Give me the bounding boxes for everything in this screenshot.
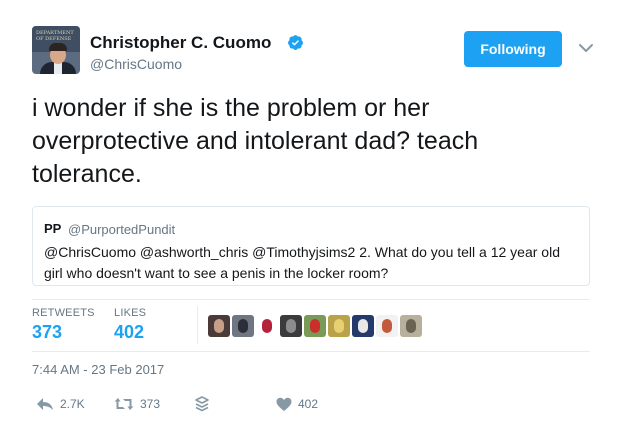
- following-button[interactable]: Following: [464, 31, 562, 67]
- stats-separator: [197, 306, 198, 344]
- liker-avatar-9[interactable]: [400, 315, 422, 337]
- liker-avatars: [208, 315, 422, 337]
- retweet-button[interactable]: 373: [114, 395, 160, 413]
- chevron-down-icon[interactable]: [578, 40, 594, 56]
- liker-avatar-8[interactable]: [376, 315, 398, 337]
- liker-avatar-1[interactable]: [208, 315, 230, 337]
- heart-icon: [276, 397, 292, 411]
- divider: [32, 299, 590, 300]
- quoted-tweet-name: PP: [44, 221, 62, 236]
- liker-avatar-6[interactable]: [328, 315, 350, 337]
- retweet-icon: [114, 398, 134, 410]
- liker-avatar-7[interactable]: [352, 315, 374, 337]
- quoted-tweet-text: @ChrisCuomo @ashworth_chris @Timothyjsim…: [44, 244, 560, 281]
- reply-button[interactable]: 2.7K: [36, 395, 85, 413]
- verified-badge-icon: [288, 35, 303, 50]
- reply-icon: [37, 398, 53, 410]
- moments-button[interactable]: [194, 395, 210, 413]
- quoted-tweet-handle: @PurportedPundit: [68, 222, 176, 237]
- liker-avatar-5[interactable]: [304, 315, 326, 337]
- layers-icon: [195, 396, 209, 412]
- author-display-name[interactable]: Christopher C. Cuomo: [90, 33, 271, 53]
- likes-count[interactable]: 402: [114, 322, 144, 343]
- tweet-timestamp[interactable]: 7:44 AM - 23 Feb 2017: [32, 362, 164, 377]
- quoted-tweet[interactable]: PP @PurportedPundit @ChrisCuomo @ashwort…: [32, 206, 590, 286]
- reply-count: 2.7K: [60, 397, 85, 411]
- retweet-count: 373: [140, 397, 161, 411]
- like-count: 402: [298, 397, 319, 411]
- retweets-label: RETWEETS: [32, 307, 95, 319]
- tweet-text: i wonder if she is the problem or her ov…: [32, 94, 479, 188]
- liker-avatar-2[interactable]: [232, 315, 254, 337]
- like-button[interactable]: 402: [276, 395, 318, 413]
- retweets-count[interactable]: 373: [32, 322, 62, 343]
- liker-avatar-3[interactable]: [256, 315, 278, 337]
- likes-label: LIKES: [114, 307, 147, 319]
- liker-avatar-4[interactable]: [280, 315, 302, 337]
- author-handle[interactable]: @ChrisCuomo: [90, 56, 182, 72]
- author-avatar[interactable]: DEPARTMENT OF DEFENSE: [32, 26, 80, 74]
- divider: [32, 351, 590, 352]
